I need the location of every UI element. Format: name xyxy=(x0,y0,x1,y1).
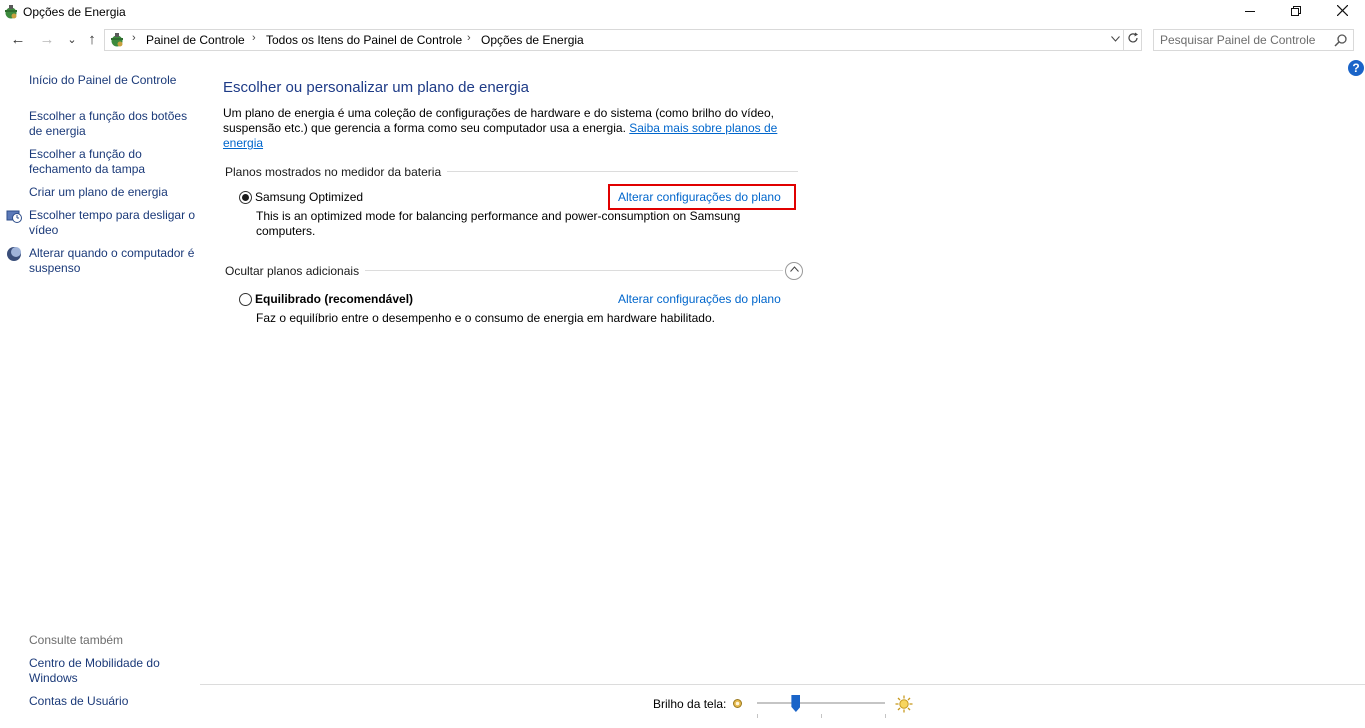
recent-locations-button[interactable]: ⌄ xyxy=(62,30,82,50)
moon-icon xyxy=(7,247,21,261)
forward-button[interactable]: → xyxy=(37,30,57,50)
collapse-additional-plans-button[interactable] xyxy=(785,262,803,280)
address-bar[interactable]: › Painel de Controle › Todos os Itens do… xyxy=(104,29,1124,51)
intro-paragraph: Um plano de energia é uma coleção de con… xyxy=(223,106,783,151)
refresh-icon xyxy=(1127,32,1138,43)
additional-plans-section-title: Ocultar planos adicionais xyxy=(225,264,366,278)
display-clock-icon xyxy=(6,210,22,223)
search-box[interactable] xyxy=(1153,29,1354,51)
highlight-box xyxy=(608,184,796,210)
brightness-slider-track[interactable] xyxy=(757,702,885,704)
sidebar-home-link[interactable]: Início do Painel de Controle xyxy=(29,73,176,88)
footer-divider xyxy=(200,684,1365,685)
breadcrumb-item[interactable]: Opções de Energia xyxy=(481,33,584,47)
plan-radio-balanced[interactable] xyxy=(239,293,252,306)
plan-name[interactable]: Samsung Optimized xyxy=(255,190,363,204)
change-plan-settings-link[interactable]: Alterar configurações do plano xyxy=(618,292,781,306)
minimize-button[interactable] xyxy=(1227,0,1273,24)
slider-tick xyxy=(757,714,758,718)
dim-brightness-icon xyxy=(733,699,742,708)
breadcrumb-separator: › xyxy=(467,32,471,44)
close-button[interactable] xyxy=(1319,0,1365,24)
plan-description: Faz o equilíbrio entre o desempenho e o … xyxy=(256,311,715,325)
breadcrumb-separator: › xyxy=(132,32,136,44)
plan-description: This is an optimized mode for balancing … xyxy=(256,209,741,238)
sidebar-link-user-accounts[interactable]: Contas de Usuário xyxy=(29,694,128,709)
brightness-label: Brilho da tela: xyxy=(653,697,727,711)
sidebar-link-mobility-center[interactable]: Centro de Mobilidade do Windows xyxy=(29,656,179,686)
bright-brightness-icon xyxy=(895,695,913,713)
close-icon xyxy=(1336,4,1348,17)
help-button[interactable]: ? xyxy=(1348,60,1364,76)
battery-plans-section-title: Planos mostrados no medidor da bateria xyxy=(225,165,448,179)
chevron-down-icon xyxy=(1110,36,1120,42)
plan-name[interactable]: Equilibrado (recomendável) xyxy=(255,292,413,306)
address-dropdown-button[interactable] xyxy=(1107,30,1123,50)
power-options-icon xyxy=(5,5,17,19)
plan-radio-samsung-optimized[interactable] xyxy=(239,191,252,204)
restore-icon xyxy=(1291,6,1301,16)
window-title: Opções de Energia xyxy=(23,5,126,19)
search-icon xyxy=(1334,34,1347,47)
slider-tick xyxy=(885,714,886,718)
sidebar-link-create-plan[interactable]: Criar um plano de energia xyxy=(29,185,168,200)
breadcrumb-separator: › xyxy=(252,32,256,44)
sidebar-link-power-buttons[interactable]: Escolher a função dos botões de energia xyxy=(29,109,194,139)
see-also-title: Consulte também xyxy=(29,633,124,647)
refresh-button[interactable] xyxy=(1124,29,1142,51)
search-input[interactable] xyxy=(1160,32,1330,48)
brightness-slider-thumb[interactable] xyxy=(791,695,801,712)
sidebar-link-display-off[interactable]: Escolher tempo para desligar o vídeo xyxy=(29,208,197,238)
minimize-icon xyxy=(1245,11,1255,12)
title-bar: Opções de Energia xyxy=(0,0,1365,24)
up-button[interactable]: ↑ xyxy=(82,30,102,50)
sidebar-link-sleep[interactable]: Alterar quando o computador é suspenso xyxy=(29,246,197,276)
restore-button[interactable] xyxy=(1273,0,1319,24)
sidebar-link-lid-close[interactable]: Escolher a função do fechamento da tampa xyxy=(29,147,179,177)
control-panel-icon xyxy=(111,33,123,47)
page-title: Escolher ou personalizar um plano de ene… xyxy=(223,79,530,96)
breadcrumb-item[interactable]: Todos os Itens do Painel de Controle xyxy=(266,33,462,47)
chevron-up-icon xyxy=(789,266,799,272)
slider-tick xyxy=(821,714,822,718)
breadcrumb-item[interactable]: Painel de Controle xyxy=(146,33,245,47)
back-button[interactable]: ← xyxy=(8,30,28,50)
navigation-bar: ← → ⌄ ↑ › Painel de Controle › Todos os … xyxy=(0,26,1365,54)
